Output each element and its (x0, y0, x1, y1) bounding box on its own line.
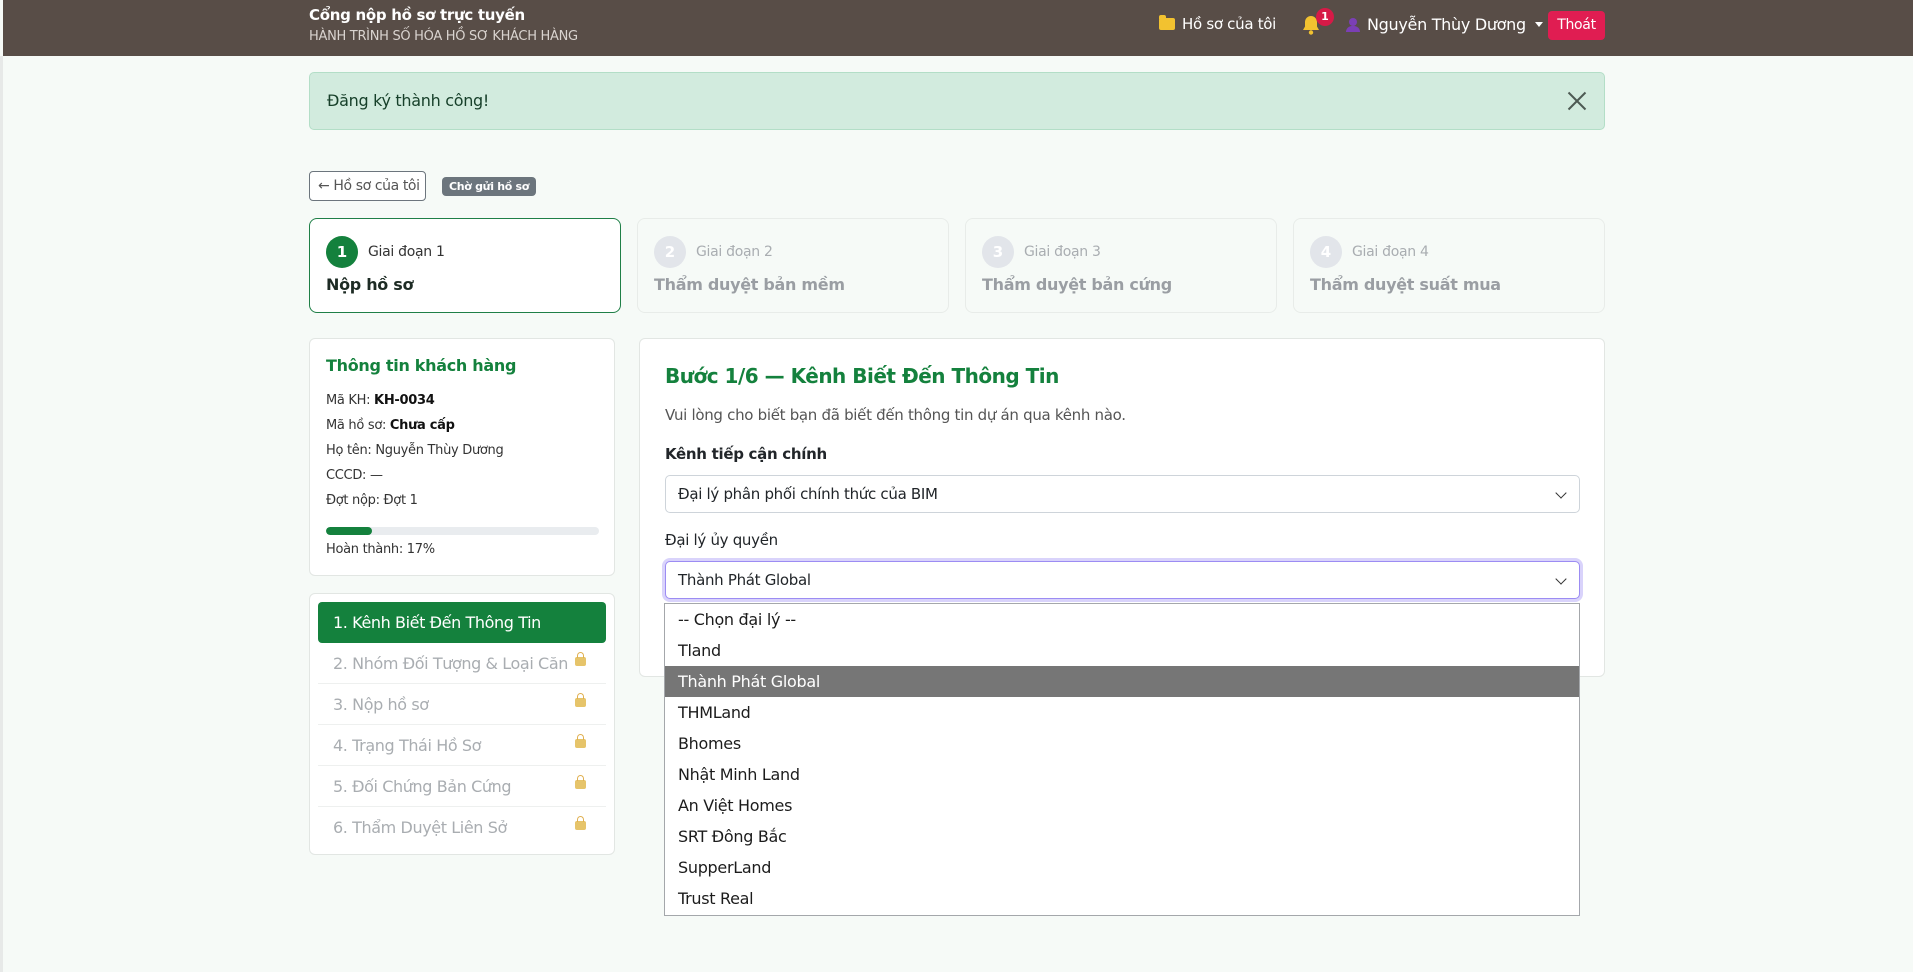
step-item-1[interactable]: 1. Kênh Biết Đến Thông Tin (318, 602, 606, 643)
name-row: Họ tên: Nguyễn Thùy Dương (326, 443, 504, 458)
file-id-label: Mã hồ sơ: (326, 418, 387, 433)
dropdown-option[interactable]: Thành Phát Global (665, 666, 1579, 697)
stage-number: 4 (1310, 236, 1342, 268)
lock-icon (575, 734, 586, 748)
dropdown-option[interactable]: SupperLand (665, 852, 1579, 883)
user-icon (1346, 17, 1360, 32)
step-label: 5. Đối Chứng Bản Cứng (333, 777, 512, 796)
customer-id-label: Mã KH: (326, 393, 371, 408)
dropdown-option[interactable]: Trust Real (665, 883, 1579, 914)
lock-icon (575, 775, 586, 789)
form-description: Vui lòng cho biết bạn đã biết đến thông … (665, 406, 1126, 424)
stage-card-1[interactable]: 1 Giai đoạn 1 Nộp hồ sơ (309, 218, 621, 313)
status-badge: Chờ gửi hồ sơ (442, 177, 537, 196)
channel-value: Đại lý phân phối chính thức của BIM (678, 485, 938, 503)
dropdown-option[interactable]: An Việt Homes (665, 790, 1579, 821)
stage-label: Giai đoạn 2 (696, 244, 773, 260)
step-item-4: 4. Trạng Thái Hồ Sơ (318, 725, 606, 766)
name-label: Họ tên: (326, 443, 372, 458)
lock-icon (575, 652, 586, 666)
step-label: 2. Nhóm Đối Tượng & Loại Căn (333, 654, 568, 673)
step-label: 4. Trạng Thái Hồ Sơ (333, 736, 482, 755)
progress-bar (326, 527, 599, 535)
my-files-link[interactable]: Hồ sơ của tôi (1159, 15, 1276, 33)
lock-icon (575, 693, 586, 707)
batch-row: Đợt nộp: Đợt 1 (326, 493, 418, 508)
agent-value: Thành Phát Global (678, 571, 811, 589)
lock-icon (575, 816, 586, 830)
top-navbar (3, 0, 1913, 56)
logout-button[interactable]: Thoát (1548, 11, 1605, 40)
cccd-value: — (369, 468, 383, 483)
dropdown-option[interactable]: SRT Đông Bắc (665, 821, 1579, 852)
my-files-label: Hồ sơ của tôi (1182, 15, 1277, 33)
back-button[interactable]: ← Hồ sơ của tôi (309, 171, 426, 201)
channel-label: Kênh tiếp cận chính (665, 445, 827, 463)
agent-select[interactable]: Thành Phát Global (665, 561, 1580, 599)
close-icon[interactable] (1567, 91, 1587, 111)
stage-number: 2 (654, 236, 686, 268)
batch-value: Đợt 1 (383, 493, 418, 508)
folder-icon (1159, 15, 1175, 30)
stage-label: Giai đoạn 3 (1024, 244, 1101, 260)
agent-dropdown-list: -- Chọn đại lý -- Tland Thành Phát Global T… (664, 603, 1580, 916)
customer-info-heading: Thông tin khách hàng (326, 356, 517, 375)
dropdown-option[interactable]: Bhomes (665, 728, 1579, 759)
customer-id-row: Mã KH: KH-0034 (326, 393, 435, 408)
stage-label: Giai đoạn 1 (368, 244, 445, 260)
dropdown-option[interactable]: -- Chọn đại lý -- (665, 604, 1579, 635)
alert-message: Đăng ký thành công! (327, 91, 490, 110)
caret-down-icon (1534, 22, 1543, 27)
customer-id-value: KH-0034 (374, 393, 435, 408)
agent-label: Đại lý ủy quyền (665, 531, 778, 549)
batch-label: Đợt nộp: (326, 493, 380, 508)
stage-number: 1 (326, 236, 358, 268)
step-label: 3. Nộp hồ sơ (333, 695, 429, 714)
step-item-3: 3. Nộp hồ sơ (318, 684, 606, 725)
user-menu[interactable]: Nguyễn Thùy Dương (1346, 15, 1543, 34)
stage-number: 3 (982, 236, 1014, 268)
step-item-6: 6. Thẩm Duyệt Liên Sở (318, 807, 606, 848)
channel-select[interactable]: Đại lý phân phối chính thức của BIM (665, 475, 1580, 513)
stage-title: Thẩm duyệt bản mềm (654, 275, 845, 294)
customer-info-card: Thông tin khách hàng Mã KH: KH-0034 Mã h… (309, 338, 615, 576)
dropdown-option[interactable]: THMLand (665, 697, 1579, 728)
chevron-down-icon (1555, 573, 1567, 585)
brand-title[interactable]: Cổng nộp hồ sơ trực tuyến (309, 6, 525, 24)
dropdown-option[interactable]: Nhật Minh Land (665, 759, 1579, 790)
stage-label: Giai đoạn 4 (1352, 244, 1429, 260)
stage-title: Thẩm duyệt suất mua (1310, 275, 1501, 294)
form-title: Bước 1/6 — Kênh Biết Đến Thông Tin (665, 364, 1059, 388)
file-id-value: Chưa cấp (389, 418, 455, 433)
success-alert: Đăng ký thành công! (309, 72, 1605, 130)
stage-card-3: 3 Giai đoạn 3 Thẩm duyệt bản cứng (965, 218, 1277, 313)
brand-subtitle: HÀNH TRÌNH SỐ HÓA HỒ SƠ KHÁCH HÀNG (309, 29, 578, 44)
stage-title: Thẩm duyệt bản cứng (982, 275, 1172, 294)
dropdown-option[interactable]: Tland (665, 635, 1579, 666)
stage-card-2: 2 Giai đoạn 2 Thẩm duyệt bản mềm (637, 218, 949, 313)
steps-list: 1. Kênh Biết Đến Thông Tin 2. Nhóm Đối T… (309, 593, 615, 855)
left-border (0, 56, 3, 972)
cccd-row: CCCD: — (326, 468, 383, 483)
stage-title: Nộp hồ sơ (326, 275, 414, 294)
stage-card-4: 4 Giai đoạn 4 Thẩm duyệt suất mua (1293, 218, 1605, 313)
notification-badge: 1 (1316, 8, 1334, 26)
progress-fill (326, 527, 373, 535)
progress-text: Hoàn thành: 17% (326, 542, 435, 557)
chevron-down-icon (1555, 487, 1567, 499)
user-name: Nguyễn Thùy Dương (1367, 15, 1526, 34)
file-id-row: Mã hồ sơ: Chưa cấp (326, 418, 455, 433)
step-item-5: 5. Đối Chứng Bản Cứng (318, 766, 606, 807)
name-value: Nguyễn Thùy Dương (375, 443, 504, 458)
step-label: 6. Thẩm Duyệt Liên Sở (333, 818, 507, 837)
cccd-label: CCCD: (326, 468, 367, 483)
step-item-2: 2. Nhóm Đối Tượng & Loại Căn (318, 643, 606, 684)
